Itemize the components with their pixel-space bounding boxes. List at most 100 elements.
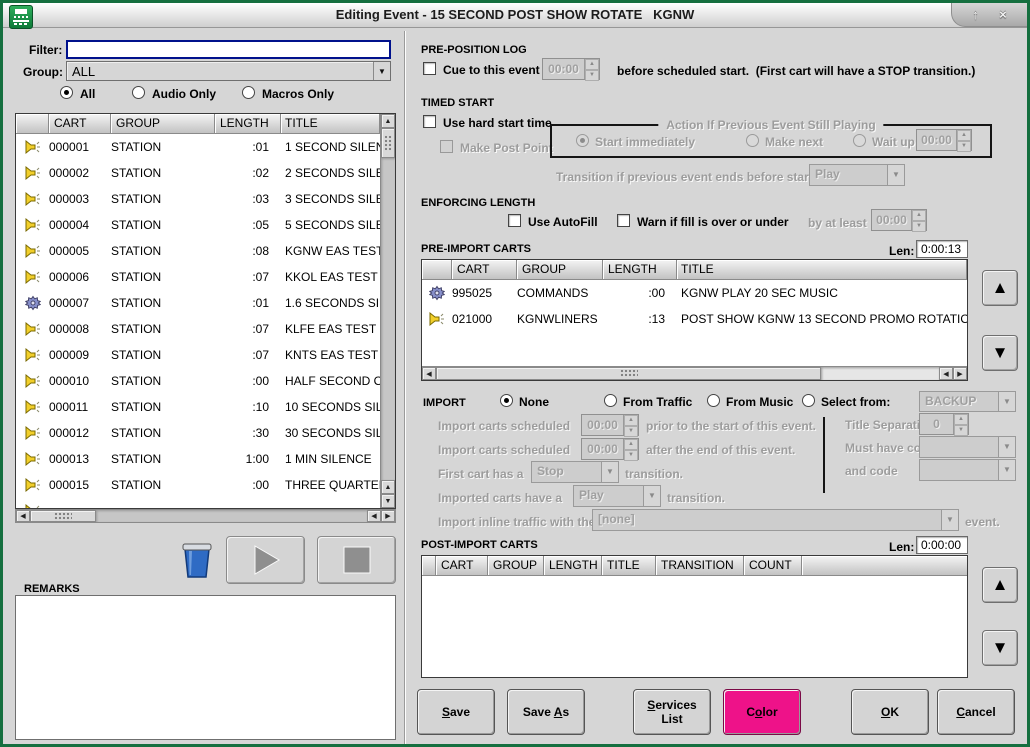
icon-column-header[interactable]: [422, 260, 452, 280]
table-row[interactable]: 000001 STATION :01 1 SECOND SILEN: [16, 134, 395, 160]
group-cell: COMMANDS: [517, 286, 603, 300]
table-row[interactable]: 000009 STATION :07 KNTS EAS TEST II: [16, 342, 395, 368]
scrollbar-trough[interactable]: [821, 367, 939, 380]
table-row[interactable]: 000002 STATION :02 2 SECONDS SILEI: [16, 160, 395, 186]
length-column-header[interactable]: LENGTH: [603, 260, 677, 280]
table-row[interactable]: 000010 STATION :00 HALF SECOND OF: [16, 368, 395, 394]
table-row[interactable]: 995025 COMMANDS :00 KGNW PLAY 20 SEC MUS…: [422, 280, 967, 306]
length-column-header[interactable]: LENGTH: [215, 114, 281, 134]
cart-column-header[interactable]: CART: [49, 114, 111, 134]
group-column-header[interactable]: GROUP: [488, 556, 544, 576]
post-import-len-value[interactable]: 0:00:00: [916, 536, 968, 554]
cancel-button[interactable]: Cancel: [937, 689, 1015, 735]
use-autofill-checkbox[interactable]: [508, 214, 521, 227]
table-row[interactable]: 000007 STATION :01 1.6 SECONDS SIL: [16, 290, 395, 316]
speaker-icon: [16, 243, 49, 259]
color-button[interactable]: Color: [723, 689, 801, 735]
remarks-textarea[interactable]: [15, 595, 396, 740]
chevron-down-icon[interactable]: ▼: [373, 62, 390, 80]
group-column-header[interactable]: GROUP: [111, 114, 215, 134]
cue-to-event-checkbox[interactable]: [423, 62, 436, 75]
table-row[interactable]: 000012 STATION :30 30 SECONDS SILE: [16, 420, 395, 446]
length-cell: :05: [215, 218, 281, 232]
post-import-move-down-button[interactable]: ▼: [982, 630, 1018, 666]
transition-column-header[interactable]: TRANSITION: [656, 556, 744, 576]
scroll-right-icon[interactable]: ▶: [381, 510, 395, 522]
shade-icon[interactable]: ↑: [972, 7, 979, 22]
library-vertical-scrollbar[interactable]: ▲ ▲ ▼: [380, 114, 395, 508]
scrollbar-trough[interactable]: [381, 158, 395, 480]
scroll-left-icon[interactable]: ◀: [16, 510, 30, 522]
scrollbar-trough[interactable]: [96, 510, 367, 522]
table-row[interactable]: 000004 STATION :05 5 SECONDS SILEI: [16, 212, 395, 238]
services-list-button[interactable]: Services List: [633, 689, 711, 735]
pre-import-len-value[interactable]: 0:00:13: [916, 240, 968, 258]
close-icon[interactable]: ×: [999, 7, 1007, 22]
scroll-down-icon[interactable]: ▼: [381, 494, 395, 508]
imported-suffix: transition.: [667, 491, 725, 505]
spin-down-icon: ▼: [624, 450, 638, 461]
play-icon: [249, 543, 283, 577]
table-row[interactable]: 000003 STATION :03 3 SECONDS SILEI: [16, 186, 395, 212]
scroll-left-icon[interactable]: ◀: [939, 367, 953, 380]
table-row[interactable]: 000015 STATION :00 THREE QUARTER: [16, 472, 395, 498]
play-button[interactable]: [226, 536, 305, 584]
title-cell: 1 MIN SILENCE: [281, 452, 395, 466]
group-column-header[interactable]: GROUP: [517, 260, 603, 280]
scroll-left-icon[interactable]: ◀: [367, 510, 381, 522]
title-column-header[interactable]: TITLE: [677, 260, 967, 280]
delete-bucket-icon[interactable]: [180, 539, 214, 584]
library-horizontal-scrollbar[interactable]: ◀ ◀ ▶: [15, 509, 396, 523]
cart-column-header[interactable]: CART: [436, 556, 488, 576]
count-column-header[interactable]: COUNT: [744, 556, 802, 576]
length-cell: :30: [215, 426, 281, 440]
title-column-header[interactable]: TITLE: [281, 114, 380, 134]
icon-column-header[interactable]: [422, 556, 436, 576]
scope-radio-all[interactable]: [60, 86, 73, 99]
scroll-up-icon[interactable]: ▲: [381, 114, 395, 128]
table-row[interactable]: 000008 STATION :07 KLFE EAS TEST IN: [16, 316, 395, 342]
pre-import-move-up-button[interactable]: ▲: [982, 270, 1018, 306]
save-as-button[interactable]: Save As: [507, 689, 585, 735]
cart-column-header[interactable]: CART: [452, 260, 517, 280]
import-select-from-radio[interactable]: [802, 394, 815, 407]
length-column-header[interactable]: LENGTH: [544, 556, 602, 576]
chevron-down-icon: ▼: [998, 392, 1015, 411]
save-button[interactable]: Save: [417, 689, 495, 735]
scroll-up-icon[interactable]: ▲: [381, 480, 395, 494]
table-row[interactable]: 000011 STATION :10 10 SECONDS SILE: [16, 394, 395, 420]
length-cell: :03: [215, 192, 281, 206]
pre-import-horizontal-scrollbar[interactable]: ◀ ◀ ▶: [422, 366, 967, 380]
icon-column-header[interactable]: [16, 114, 49, 134]
group-cell: STATION: [111, 400, 215, 414]
group-cell: KGNWLINERS: [517, 312, 603, 326]
scrollbar-thumb[interactable]: [436, 367, 821, 380]
import-from-traffic-radio[interactable]: [604, 394, 617, 407]
post-import-table: CART GROUP LENGTH TITLE TRANSITION COUNT: [421, 555, 968, 678]
ok-button[interactable]: OK: [851, 689, 929, 735]
scrollbar-thumb[interactable]: [381, 128, 395, 158]
import-from-music-radio[interactable]: [707, 394, 720, 407]
post-import-move-up-button[interactable]: ▲: [982, 567, 1018, 603]
warn-fill-checkbox[interactable]: [617, 214, 630, 227]
scrollbar-thumb[interactable]: [30, 510, 96, 522]
group-cell: STATION: [111, 270, 215, 284]
hard-start-checkbox[interactable]: [423, 115, 436, 128]
scope-radio-macros-only[interactable]: [242, 86, 255, 99]
table-row[interactable]: [16, 498, 395, 509]
scope-radio-audio-only[interactable]: [132, 86, 145, 99]
import-none-radio[interactable]: [500, 394, 513, 407]
scroll-left-icon[interactable]: ◀: [422, 367, 436, 380]
filter-input[interactable]: [66, 40, 391, 59]
title-column-header[interactable]: TITLE: [602, 556, 656, 576]
table-row[interactable]: 000013 STATION 1:00 1 MIN SILENCE: [16, 446, 395, 472]
pre-import-move-down-button[interactable]: ▼: [982, 335, 1018, 371]
group-select[interactable]: ALL ▼: [66, 61, 391, 81]
table-row[interactable]: 021000 KGNWLINERS :13 POST SHOW KGNW 13 …: [422, 306, 967, 332]
stop-button[interactable]: [317, 536, 396, 584]
table-row[interactable]: 000006 STATION :07 KKOL EAS TEST I: [16, 264, 395, 290]
post-import-len-label: Len:: [889, 540, 914, 554]
inline-traffic-suffix: event.: [965, 515, 1000, 529]
scroll-right-icon[interactable]: ▶: [953, 367, 967, 380]
table-row[interactable]: 000005 STATION :08 KGNW EAS TEST: [16, 238, 395, 264]
